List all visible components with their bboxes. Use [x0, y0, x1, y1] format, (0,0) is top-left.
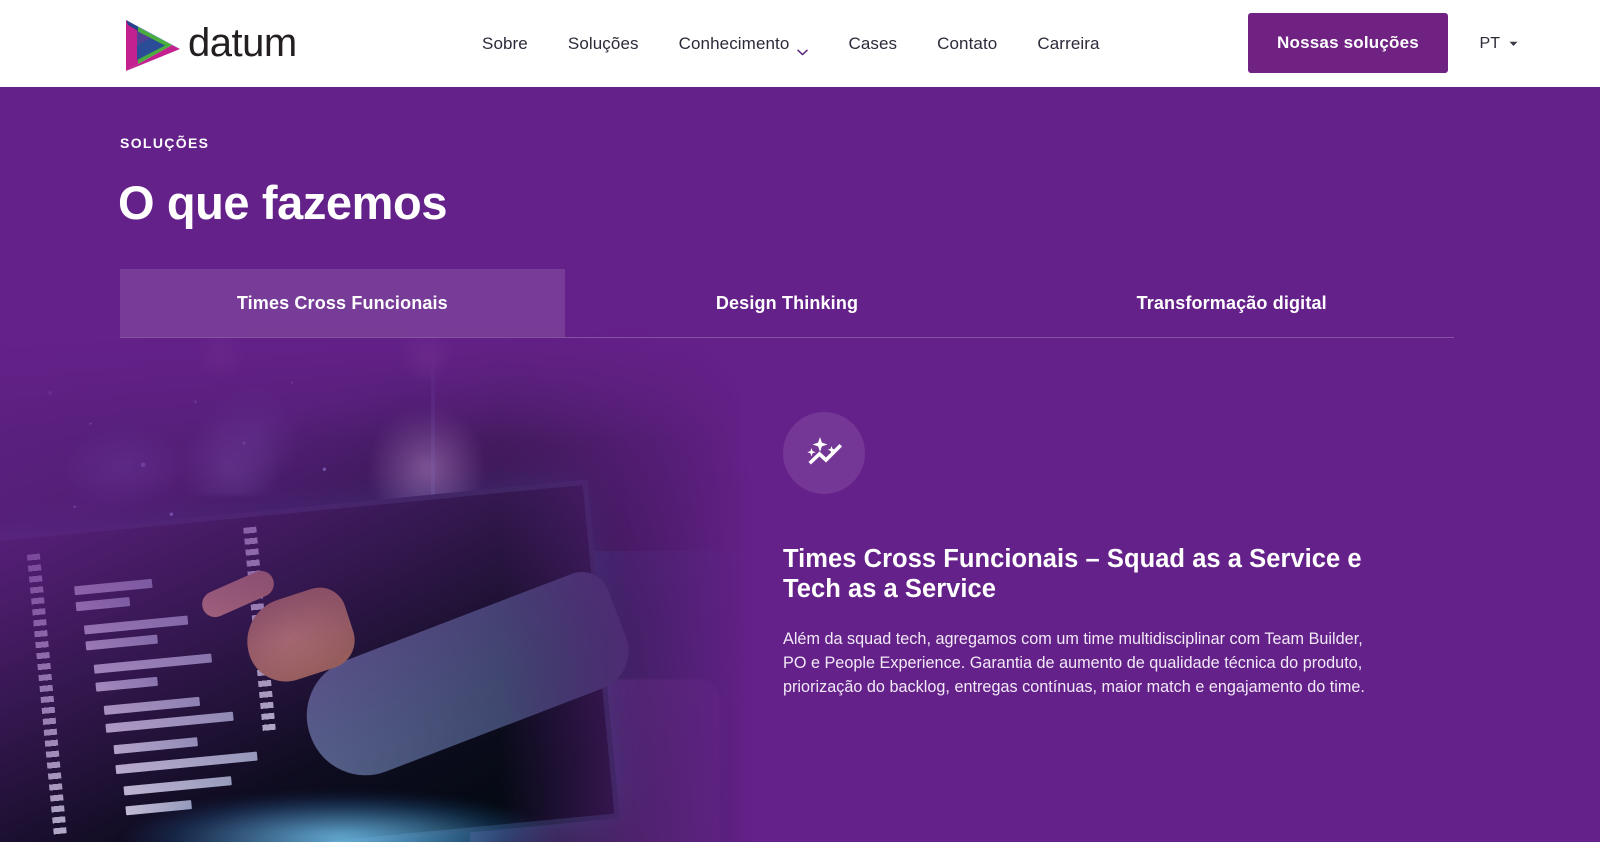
- chevron-down-icon: [797, 41, 809, 56]
- nav-item-label: Cases: [848, 33, 898, 53]
- nav-item-label: Sobre: [482, 33, 528, 53]
- nav-item-carreira[interactable]: Carreira: [1017, 0, 1119, 87]
- cta-label: Nossas soluções: [1277, 33, 1419, 52]
- tab-times-cross-funcionais[interactable]: Times Cross Funcionais: [120, 269, 565, 337]
- hero-eyebrow: SOLUÇÕES: [120, 135, 210, 151]
- language-label: PT: [1479, 34, 1500, 52]
- primary-navigation: Sobre Soluções Conhecimento Cases Contat…: [482, 0, 1120, 87]
- tab-label: Design Thinking: [715, 292, 859, 313]
- tab-design-thinking[interactable]: Design Thinking: [565, 269, 1010, 337]
- brand-logo-link[interactable]: datum: [120, 13, 310, 75]
- sparkle-chart-icon: [783, 412, 865, 494]
- nav-item-label: Soluções: [567, 33, 639, 53]
- hero-background-image: [0, 319, 800, 842]
- solution-description: Além da squad tech, agregamos com um tim…: [783, 630, 1365, 697]
- nav-item-conhecimento[interactable]: Conhecimento: [659, 0, 829, 87]
- tabs-divider: [120, 337, 1454, 338]
- nav-item-cases[interactable]: Cases: [828, 0, 917, 87]
- site-header: datum Sobre Soluções Conhecimento Cases …: [0, 0, 1600, 87]
- brand-wordmark: datum: [188, 21, 310, 67]
- nav-item-label: Contato: [937, 33, 998, 53]
- datum-triangle-logo-icon: [120, 14, 186, 74]
- nav-item-solucoes[interactable]: Soluções: [548, 0, 659, 87]
- caret-down-icon: [1509, 41, 1518, 47]
- solution-title: Times Cross Funcionais – Squad as a Serv…: [783, 545, 1362, 603]
- nossas-solucoes-button[interactable]: Nossas soluções: [1248, 13, 1448, 73]
- solution-detail-panel: Times Cross Funcionais – Squad as a Serv…: [783, 412, 1383, 700]
- tab-label: Transformação digital: [1136, 292, 1327, 313]
- tab-label: Times Cross Funcionais: [236, 292, 448, 313]
- nav-item-label: Carreira: [1037, 33, 1100, 53]
- page-title: O que fazemos: [118, 176, 448, 229]
- tab-transformacao-digital[interactable]: Transformação digital: [1009, 269, 1454, 337]
- solutions-tablist: Times Cross Funcionais Design Thinking T…: [120, 269, 1454, 337]
- nav-item-sobre[interactable]: Sobre: [482, 0, 548, 87]
- svg-text:datum: datum: [188, 21, 297, 65]
- nav-item-contato[interactable]: Contato: [917, 0, 1017, 87]
- language-selector[interactable]: PT: [1480, 0, 1518, 87]
- hero-section: SOLUÇÕES O que fazemos Times Cross Funci…: [0, 87, 1600, 842]
- nav-item-label: Conhecimento: [678, 33, 790, 53]
